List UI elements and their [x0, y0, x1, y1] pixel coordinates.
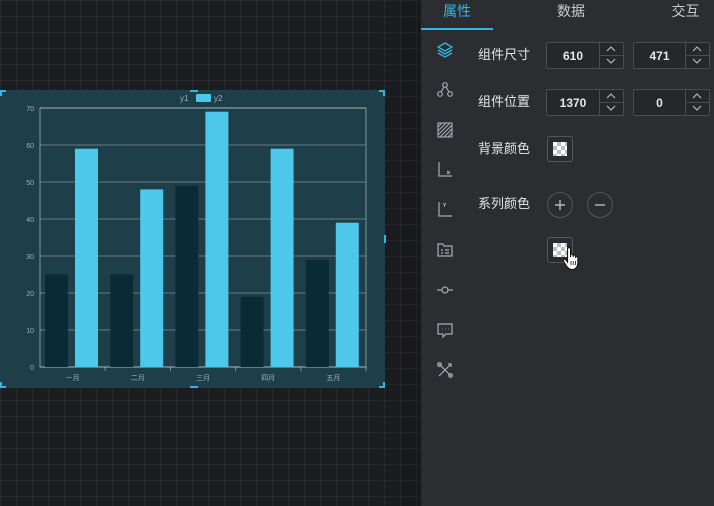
x-tick-label: 三月 [196, 374, 210, 382]
legend-label-y2: y2 [214, 94, 223, 103]
hand-cursor-icon [562, 247, 579, 271]
tooltip-icon[interactable] [435, 320, 455, 340]
width-increment[interactable] [600, 43, 623, 56]
x-tick-label: 一月 [66, 374, 80, 382]
x-tick-label: 四月 [261, 374, 275, 382]
series-color-label: 系列颜色 [478, 196, 531, 211]
pos-y-decrement[interactable] [686, 103, 709, 115]
size-label: 组件尺寸 [478, 47, 531, 62]
pos-y-stepper[interactable] [633, 89, 710, 116]
pos-y-increment[interactable] [686, 90, 709, 103]
bar-y2 [335, 222, 359, 367]
bar-y2 [205, 111, 229, 367]
width-stepper[interactable] [546, 42, 624, 69]
resize-handle-bottom-left[interactable] [0, 382, 2, 388]
texture-icon[interactable] [435, 120, 455, 140]
tab-properties[interactable]: 属性 [421, 0, 493, 30]
legend-swatch-y2 [196, 94, 211, 102]
pos-x-stepper-arrows [599, 90, 623, 115]
y-tick-label: 70 [26, 106, 34, 113]
y-tick-label: 30 [26, 254, 34, 261]
pos-y-input[interactable] [634, 90, 685, 115]
canvas-area[interactable]: 0 10 20 30 40 50 60 70 一月 二月 三月 四月 五月 y1 y2 [0, 0, 421, 506]
bar-y1 [305, 259, 329, 367]
resize-handle-top-center[interactable] [190, 90, 198, 92]
position-label: 组件位置 [478, 94, 531, 109]
bar-chart-widget[interactable]: 0 10 20 30 40 50 60 70 一月 二月 三月 四月 五月 y1 y2 [0, 90, 386, 388]
y-tick-label: 0 [30, 365, 34, 372]
legend-icon[interactable] [435, 240, 455, 260]
tab-interaction[interactable]: 交互 [657, 0, 714, 30]
pos-x-decrement[interactable] [600, 103, 623, 115]
x-tick-label: 二月 [131, 374, 145, 382]
height-increment[interactable] [686, 43, 709, 56]
resize-handle-bottom-center[interactable] [190, 386, 198, 388]
resize-handle-middle-right[interactable] [384, 235, 386, 243]
background-color-label: 背景颜色 [478, 141, 531, 156]
add-series-color-button[interactable] [547, 192, 573, 218]
series-icon[interactable] [435, 280, 455, 300]
pos-x-increment[interactable] [600, 90, 623, 103]
y-tick-label: 20 [26, 291, 34, 298]
height-stepper-arrows [685, 43, 709, 68]
tools-icon[interactable] [435, 360, 455, 380]
bar-y1 [45, 274, 68, 367]
pos-x-stepper[interactable] [546, 89, 624, 116]
height-stepper[interactable] [633, 42, 710, 69]
resize-handle-top-right[interactable] [383, 90, 385, 96]
height-decrement[interactable] [686, 56, 709, 68]
bar-y1 [240, 296, 264, 367]
canvas-edge-shadow [380, 0, 421, 506]
x-axis-icon[interactable] [435, 160, 455, 180]
minus-icon [595, 204, 605, 206]
width-decrement[interactable] [600, 56, 623, 68]
nodes-icon[interactable] [435, 80, 455, 100]
y-tick-label: 50 [26, 180, 34, 187]
resize-handle-top-left[interactable] [0, 90, 2, 96]
property-category-sidebar [421, 30, 469, 506]
tab-data[interactable]: 数据 [529, 0, 613, 30]
bar-y1 [175, 185, 199, 367]
bar-y2 [140, 189, 164, 367]
width-input[interactable] [547, 43, 599, 68]
pos-x-input[interactable] [547, 90, 599, 115]
plus-icon [555, 200, 565, 210]
bar-y2 [75, 148, 98, 367]
x-tick-label: 五月 [326, 374, 340, 382]
bar-y1 [110, 274, 134, 367]
transparent-swatch [553, 142, 567, 156]
background-color-picker[interactable] [547, 136, 573, 162]
width-stepper-arrows [599, 43, 623, 68]
y-tick-label: 40 [26, 217, 34, 224]
layers-icon[interactable] [435, 40, 455, 60]
legend-label-y1: y1 [180, 94, 189, 103]
y-axis-icon[interactable] [435, 200, 455, 220]
panel-tabs: 属性 数据 交互 [421, 0, 714, 30]
resize-handle-bottom-right[interactable] [383, 382, 385, 388]
y-tick-label: 10 [26, 328, 34, 335]
bar-chart: 0 10 20 30 40 50 60 70 一月 二月 三月 四月 五月 y1 y2 [26, 94, 367, 382]
remove-series-color-button[interactable] [587, 192, 613, 218]
pos-y-stepper-arrows [685, 90, 709, 115]
height-input[interactable] [634, 43, 685, 68]
bar-y2 [270, 148, 294, 367]
y-tick-label: 60 [26, 143, 34, 150]
